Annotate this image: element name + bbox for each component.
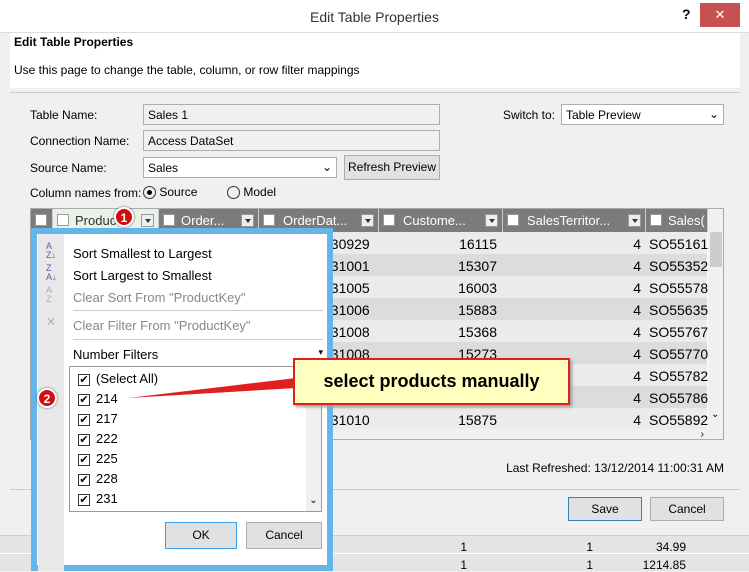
callout-pointer bbox=[128, 378, 296, 398]
badge-2: 2 bbox=[37, 388, 57, 408]
badge-1: 1 bbox=[114, 207, 134, 227]
callout: select products manually bbox=[293, 358, 570, 405]
annotation-layer bbox=[128, 378, 296, 398]
